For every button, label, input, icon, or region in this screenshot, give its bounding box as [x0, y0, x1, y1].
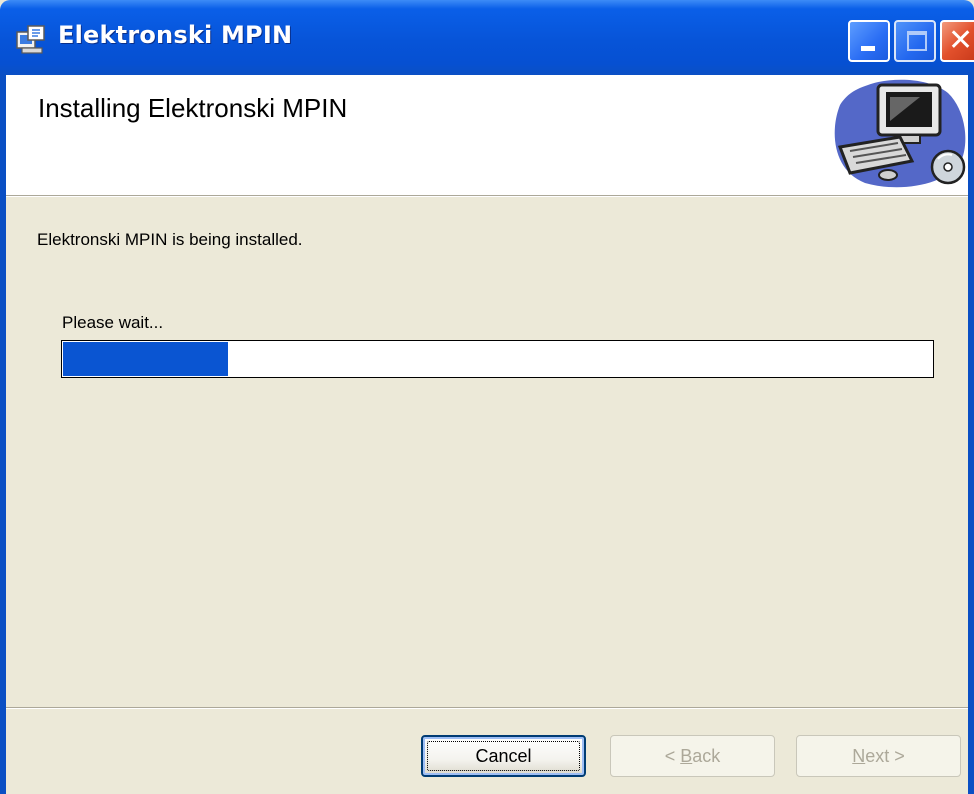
focus-rectangle	[427, 741, 580, 771]
window-frame-right	[968, 75, 974, 794]
installer-icon	[16, 25, 45, 54]
next-button-label: Next >	[852, 745, 905, 766]
progress-label: Please wait...	[62, 313, 164, 332]
maximize-button[interactable]	[894, 20, 936, 62]
minimize-icon	[861, 46, 875, 51]
computer-with-cd-icon	[834, 79, 966, 188]
header-banner: Installing Elektronski MPIN	[6, 75, 968, 196]
back-button-label: < Back	[664, 745, 721, 766]
banner-title: Installing Elektronski MPIN	[38, 93, 348, 123]
status-text: Elektronski MPIN is being installed.	[37, 230, 303, 249]
banner-separator	[6, 196, 968, 197]
maximize-icon	[907, 31, 927, 51]
cancel-button[interactable]: Cancel	[421, 735, 586, 777]
footer-separator	[6, 707, 968, 709]
minimize-button[interactable]	[848, 20, 890, 62]
install-progress-bar	[61, 340, 934, 378]
back-button[interactable]: < Back	[610, 735, 775, 777]
close-button[interactable]: ✕	[940, 20, 974, 62]
close-icon: ✕	[948, 23, 974, 58]
progress-fill	[63, 342, 228, 376]
window-title: Elektronski MPIN	[58, 21, 293, 49]
title-bar[interactable]: Elektronski MPIN ✕	[0, 0, 974, 75]
next-button[interactable]: Next >	[796, 735, 961, 777]
installer-window: Elektronski MPIN ✕ Installing Elektronsk…	[0, 0, 974, 794]
